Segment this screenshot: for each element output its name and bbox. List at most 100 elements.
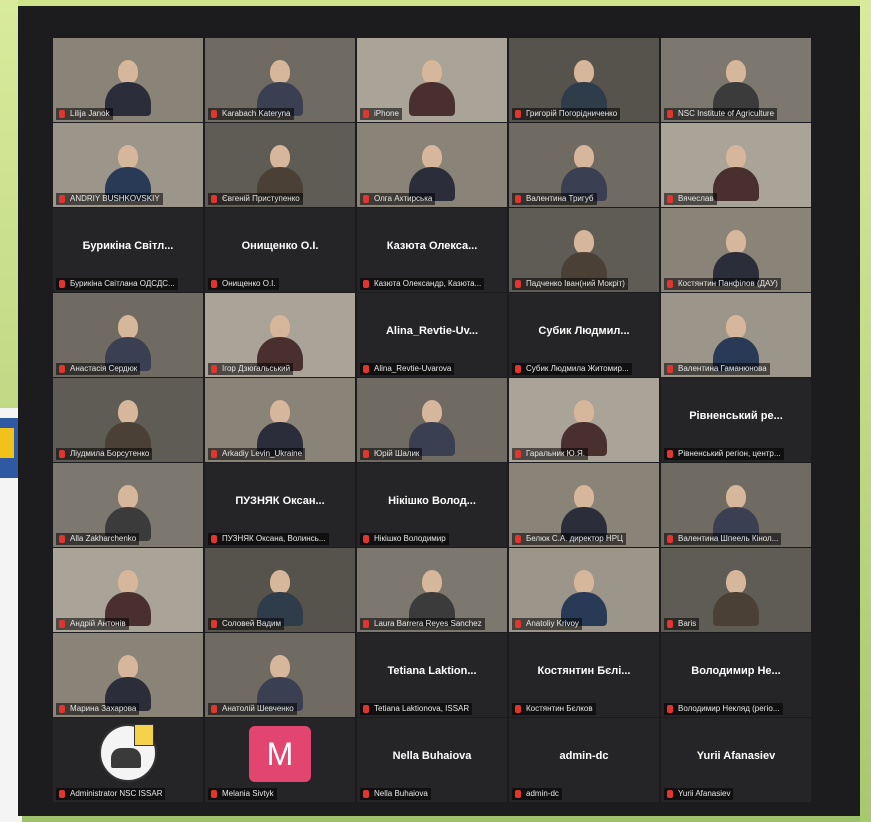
participant-tile[interactable]: Марина Захарова xyxy=(53,633,203,717)
participant-tile[interactable]: Yurii Afanasiev Yurii Afanasiev xyxy=(661,718,811,802)
participant-tile[interactable]: Laura Barrera Reyes Sanchez xyxy=(357,548,507,632)
muted-mic-icon xyxy=(59,110,65,118)
muted-mic-icon xyxy=(515,450,521,458)
participant-silhouette xyxy=(713,226,759,286)
participant-tile[interactable]: Валентина Шпеель Кінол... xyxy=(661,463,811,547)
head-shape xyxy=(726,145,746,169)
participant-tile[interactable]: NSC Institute of Agriculture xyxy=(661,38,811,122)
participant-display-name: Онищенко О.І. xyxy=(241,240,319,252)
head-shape xyxy=(270,60,290,84)
participant-name-label: Валентина Гаманюнова xyxy=(664,363,770,375)
participant-name-label: Валентина Шпеель Кінол... xyxy=(664,533,782,545)
participant-tile[interactable]: M Melania Sivtyk xyxy=(205,718,355,802)
participant-silhouette xyxy=(561,396,607,456)
head-shape xyxy=(118,655,138,679)
participant-tile[interactable]: admin-dc admin-dc xyxy=(509,718,659,802)
participant-name-label: Ліудмила Борсутенко xyxy=(56,448,153,460)
video-conference-window: Lilija Janok Karabach Kateryna iPhone Григо… xyxy=(18,6,860,816)
muted-mic-icon xyxy=(667,620,673,628)
participant-tile[interactable]: Karabach Kateryna xyxy=(205,38,355,122)
participant-name-label: Administrator NSC ISSAR xyxy=(56,788,166,800)
head-shape xyxy=(574,570,594,594)
participant-silhouette xyxy=(257,566,303,626)
participant-name-label: Alla Zakharchenko xyxy=(56,533,140,545)
participant-tile[interactable]: Вячеслав xyxy=(661,123,811,207)
muted-mic-icon xyxy=(667,790,673,798)
participant-display-name: admin-dc xyxy=(559,750,609,762)
participant-tile[interactable]: Анастасія Сердюк xyxy=(53,293,203,377)
participant-tile[interactable]: Казюта Олекса... Казюта Олександр, Казюта… xyxy=(357,208,507,292)
participant-tile[interactable]: Tetiana Laktion... Tetiana Laktionova, IS… xyxy=(357,633,507,717)
participant-name-label: Бурикіна Світлана ОДСДС... xyxy=(56,278,178,290)
participant-name-label: Белюк С.А. директор НРЦ xyxy=(512,533,626,545)
participant-tile[interactable]: Онищенко О.І. Онищенко О.І. xyxy=(205,208,355,292)
head-shape xyxy=(118,315,138,339)
participant-tile[interactable]: Baris xyxy=(661,548,811,632)
participant-tile[interactable]: Костянтин Панфілов (ДАУ) xyxy=(661,208,811,292)
participant-tile[interactable]: Бурикіна Світл... Бурикіна Світлана ОДСДС… xyxy=(53,208,203,292)
participant-tile[interactable]: Костянтин Бєлі... Костянтин Бєлков xyxy=(509,633,659,717)
participant-tile[interactable]: Володимир Не... Володимир Некляд (регіо..… xyxy=(661,633,811,717)
participant-tile[interactable]: Белюк С.А. директор НРЦ xyxy=(509,463,659,547)
participant-tile[interactable]: Субик Людмил... Субик Людмила Житомир... xyxy=(509,293,659,377)
participant-tile[interactable]: ANDRIY BUSHKOVSKIY xyxy=(53,123,203,207)
participant-name-label: Володимир Некляд (регіо... xyxy=(664,703,783,715)
participant-tile[interactable]: Nella Buhaiova Nella Buhaiova xyxy=(357,718,507,802)
participant-tile[interactable]: Падченко Іван(ний Мокріт) xyxy=(509,208,659,292)
participant-tile[interactable]: Нікішко Волод... Нікішко Володимир xyxy=(357,463,507,547)
participant-display-name: ПУЗНЯК Оксан... xyxy=(235,495,325,507)
participant-silhouette xyxy=(409,141,455,201)
head-shape xyxy=(726,60,746,84)
participant-tile[interactable]: Alina_Revtie-Uv... Alina_Revtie-Uvarova xyxy=(357,293,507,377)
participant-tile[interactable]: Соловей Вадим xyxy=(205,548,355,632)
muted-mic-icon xyxy=(211,110,217,118)
participant-tile[interactable]: Anatoliy Krivoy xyxy=(509,548,659,632)
participant-name-label: ПУЗНЯК Оксана, Волинсь... xyxy=(208,533,329,545)
participant-tile[interactable]: ПУЗНЯК Оксан... ПУЗНЯК Оксана, Волинсь... xyxy=(205,463,355,547)
muted-mic-icon xyxy=(515,705,521,713)
participant-tile[interactable]: Валентина Тригуб xyxy=(509,123,659,207)
body-shape xyxy=(713,167,759,201)
participant-tile[interactable]: Юрій Шалик xyxy=(357,378,507,462)
head-shape xyxy=(118,145,138,169)
participant-tile[interactable]: Євгеній Приступенко xyxy=(205,123,355,207)
participant-silhouette xyxy=(257,651,303,711)
participant-name-label: Lilija Janok xyxy=(56,108,113,120)
participant-display-name: Tetiana Laktion... xyxy=(387,665,477,677)
participant-name-label: Нікішко Володимир xyxy=(360,533,449,545)
participant-silhouette xyxy=(105,311,151,371)
muted-mic-icon xyxy=(211,790,217,798)
participant-name-label: Олга Ахтирська xyxy=(360,193,436,205)
participant-name-label: Євгеній Приступенко xyxy=(208,193,303,205)
participant-tile[interactable]: Андрій Антонів xyxy=(53,548,203,632)
participant-tile[interactable]: Рівненський ре... Рівненський регіон, цен… xyxy=(661,378,811,462)
participant-tile[interactable]: Lilija Janok xyxy=(53,38,203,122)
muted-mic-icon xyxy=(59,620,65,628)
muted-mic-icon xyxy=(363,705,369,713)
participant-tile[interactable]: Arkadiy Levin_Ukraine xyxy=(205,378,355,462)
participant-tile[interactable]: Олга Ахтирська xyxy=(357,123,507,207)
participant-tile[interactable]: Alla Zakharchenko xyxy=(53,463,203,547)
participant-display-name: Костянтин Бєлі... xyxy=(537,665,631,677)
participant-silhouette xyxy=(713,566,759,626)
muted-mic-icon xyxy=(667,365,673,373)
participant-name-label: Падченко Іван(ний Мокріт) xyxy=(512,278,628,290)
muted-mic-icon xyxy=(515,365,521,373)
participant-tile[interactable]: iPhone xyxy=(357,38,507,122)
participant-name-label: Субик Людмила Житомир... xyxy=(512,363,632,375)
participant-silhouette xyxy=(257,56,303,116)
participant-tile[interactable]: Administrator NSC ISSAR xyxy=(53,718,203,802)
participant-tile[interactable]: Валентина Гаманюнова xyxy=(661,293,811,377)
participant-tile[interactable]: Ігор Дзюгальський xyxy=(205,293,355,377)
participant-silhouette xyxy=(561,56,607,116)
participant-silhouette xyxy=(105,481,151,541)
muted-mic-icon xyxy=(363,620,369,628)
participant-tile[interactable]: Гаральник Ю.Я. xyxy=(509,378,659,462)
participant-tile[interactable]: Ліудмила Борсутенко xyxy=(53,378,203,462)
head-shape xyxy=(422,60,442,84)
participant-name-label: Tetiana Laktionova, ISSAR xyxy=(360,703,473,715)
participant-tile[interactable]: Анатолій Шевченко xyxy=(205,633,355,717)
participant-tile[interactable]: Григорій Погорідниченко xyxy=(509,38,659,122)
participant-name-label: Григорій Погорідниченко xyxy=(512,108,621,120)
head-shape xyxy=(422,570,442,594)
